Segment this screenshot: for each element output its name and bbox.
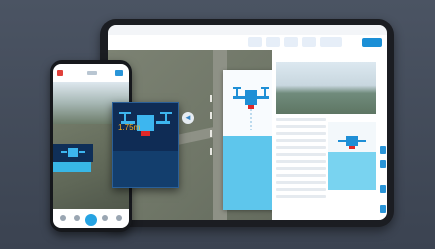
list-item <box>276 174 326 177</box>
phone-drone-panel <box>53 144 93 162</box>
popup-bottom-area <box>113 151 178 187</box>
phone-sky-panel <box>53 162 91 172</box>
header-icons <box>57 70 123 76</box>
side-button-2[interactable] <box>380 160 386 168</box>
list-item <box>276 167 326 170</box>
tool-button-5[interactable] <box>320 37 342 47</box>
tool-button-1[interactable] <box>248 37 262 47</box>
mini-sky-area <box>328 152 376 190</box>
phone-header <box>53 64 129 82</box>
list-item <box>276 125 326 128</box>
drone-icon <box>61 148 85 157</box>
parameter-list <box>276 118 326 208</box>
drone-view-card <box>223 70 279 210</box>
title-placeholder <box>87 71 97 75</box>
start-button[interactable] <box>362 38 382 47</box>
drone-icon <box>233 87 269 130</box>
list-item <box>276 139 326 142</box>
tool-button-4[interactable] <box>302 37 316 47</box>
side-button-1[interactable] <box>380 146 386 154</box>
list-item <box>276 181 326 184</box>
road-marking <box>210 130 212 137</box>
road-marking <box>210 148 212 155</box>
side-button-3[interactable] <box>380 185 386 193</box>
tablet-toolbar <box>108 35 387 51</box>
list-item <box>276 132 326 135</box>
card-caption <box>233 196 269 202</box>
tool-button-3[interactable] <box>284 37 298 47</box>
road-marking <box>210 112 212 119</box>
list-item <box>276 153 326 156</box>
back-icon <box>57 70 63 76</box>
right-info-panel <box>272 50 387 220</box>
camera-icon[interactable] <box>85 214 97 226</box>
side-button-4[interactable] <box>380 205 386 213</box>
camera-feed <box>276 62 376 114</box>
road-marking <box>210 95 212 102</box>
distance-popup: 1.75m <box>112 102 179 188</box>
menu-icon <box>115 70 123 76</box>
arrow-icon[interactable]: ◄ <box>182 112 194 124</box>
drone-diagram-area <box>223 70 279 136</box>
product-hero: 1.75m ◄ <box>0 0 435 249</box>
list-item <box>276 188 326 191</box>
tablet-status-bar <box>108 25 387 35</box>
list-item <box>276 118 326 121</box>
distance-readout: 1.75m <box>118 123 141 132</box>
list-item <box>276 195 326 198</box>
list-item <box>276 160 326 163</box>
alert-text <box>128 136 162 143</box>
mini-drone-view <box>328 122 376 190</box>
list-item <box>276 146 326 149</box>
tool-button-2[interactable] <box>266 37 280 47</box>
